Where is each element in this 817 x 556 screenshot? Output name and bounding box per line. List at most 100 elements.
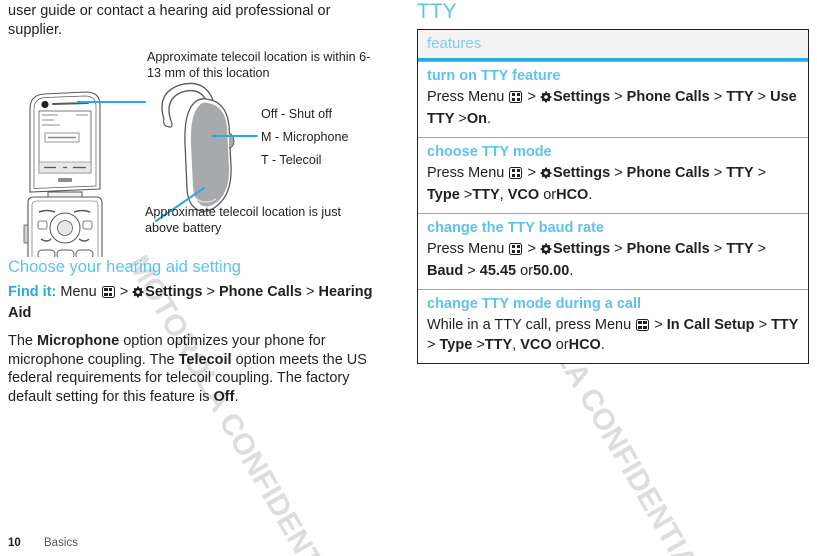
para-bold-off: Off — [213, 388, 235, 405]
table-row: choose TTY mode Press Menu > Settings > … — [418, 137, 808, 213]
row2-tty: TTY — [726, 241, 754, 257]
settings-gear-icon — [540, 242, 552, 262]
para-text-4: . — [234, 388, 239, 405]
row3-opt3: VCO — [520, 336, 552, 353]
row3-sep4: > — [476, 336, 485, 353]
tty-row-body: While in a TTY call, press Menu > In Cal… — [427, 316, 799, 355]
row1-opt4: HCO — [556, 186, 589, 203]
row2-sep5: > — [467, 262, 476, 279]
row3-opt2: TTY — [484, 336, 513, 353]
tty-row-body: Press Menu > Settings > Phone Calls > TT… — [427, 88, 799, 129]
table-row: turn on TTY feature Press Menu > Setting… — [418, 61, 808, 137]
row1-opt1: Type — [427, 186, 460, 203]
row1-sep5: > — [463, 186, 473, 203]
para-bold-microphone: Microphone — [37, 333, 120, 349]
callout-bottom-label: Approximate telecoil location is just ab… — [145, 205, 341, 235]
row2-settings: Settings — [552, 241, 611, 257]
menu-key-icon — [636, 319, 650, 331]
row2-tail: . — [569, 262, 574, 279]
callout-off-label: Off - Shut off — [261, 107, 332, 121]
tty-row-body: Press Menu > Settings > Phone Calls > TT… — [427, 240, 799, 281]
row1-opt3: VCO — [507, 186, 540, 203]
callout-telecoil-label: T - Telecoil — [261, 153, 322, 167]
row0-phone-calls: Phone Calls — [626, 89, 710, 105]
tty-row-body: Press Menu > Settings > Phone Calls > TT… — [427, 164, 799, 205]
row3-sep1: > — [654, 317, 663, 333]
row1-tail: . — [588, 186, 593, 203]
row1-prefix: Press Menu — [427, 165, 505, 181]
row1-comma: , — [499, 186, 504, 203]
row2-sep1: > — [527, 241, 536, 257]
row1-tty: TTY — [726, 165, 754, 181]
page-footer: 10 Basics — [8, 537, 78, 549]
left-column: user guide or contact a hearing aid prof… — [8, 0, 380, 406]
find-it-sep-2: > — [206, 284, 215, 300]
hearing-aid-illustration: Approximate telecoil location is within … — [8, 47, 380, 257]
row3-tail: . — [600, 336, 605, 353]
callout-top-label: Approximate telecoil location is within … — [147, 50, 371, 80]
section-heading-hearing-aid: Choose your hearing aid setting — [8, 258, 241, 276]
row1-opt2: TTY — [472, 186, 500, 203]
table-row: change TTY mode during a call While in a… — [418, 289, 808, 363]
row2-phone-calls: Phone Calls — [626, 241, 710, 257]
page-number: 10 — [8, 537, 21, 549]
row3-opt1: Type — [439, 336, 473, 353]
row0-prefix: Press Menu — [427, 89, 505, 105]
row2-opt3: 50.00 — [533, 262, 570, 279]
para-text-1: The — [8, 333, 38, 349]
row3-sep2: > — [758, 317, 768, 333]
settings-gear-icon — [540, 166, 552, 186]
row3-tty: TTY — [771, 317, 799, 333]
row1-phone-calls: Phone Calls — [626, 165, 710, 181]
row0-sep2: > — [614, 89, 623, 105]
find-it-sep-3: > — [305, 284, 315, 300]
menu-key-icon — [101, 286, 115, 298]
row1-sep3: > — [713, 165, 723, 181]
callout-microphone-label: M - Microphone — [261, 130, 349, 144]
row3-sep3: > — [427, 336, 436, 353]
tty-features-table: features turn on TTY feature Press Menu … — [417, 29, 809, 364]
tty-table-header: features — [418, 30, 808, 61]
row1-settings: Settings — [552, 165, 611, 181]
find-it-settings: Settings — [145, 284, 203, 300]
find-it-path: Find it: Menu > Settings > Phone Calls >… — [8, 283, 380, 323]
tty-row-title: change TTY mode during a call — [427, 296, 642, 312]
menu-key-icon — [509, 167, 523, 179]
intro-paragraph: user guide or contact a hearing aid prof… — [8, 3, 331, 38]
row1-sep2: > — [614, 165, 623, 181]
row3-or: or — [555, 336, 569, 353]
row2-sep4: > — [757, 241, 767, 257]
row0-tty: TTY — [726, 89, 754, 105]
flip-phone-drawing — [23, 91, 103, 257]
row0-settings: Settings — [552, 89, 611, 105]
tty-section-title: TTY — [417, 0, 457, 23]
menu-key-icon — [509, 91, 523, 103]
find-it-sep-1: > — [119, 284, 129, 300]
row0-sep5: > — [458, 110, 467, 127]
settings-gear-icon — [132, 285, 144, 304]
find-it-phone-calls: Phone Calls — [218, 284, 302, 300]
right-column: TTY features turn on TTY feature Press M… — [417, 0, 809, 364]
tty-row-title: turn on TTY feature — [427, 68, 561, 84]
row3-opt4: HCO — [568, 336, 601, 353]
footer-section-name: Basics — [44, 537, 78, 549]
tty-row-title: choose TTY mode — [427, 144, 552, 160]
para-bold-telecoil: Telecoil — [178, 351, 232, 368]
hearing-aid-paragraph: The Microphone option optimizes your pho… — [8, 332, 380, 406]
row2-or: or — [520, 262, 534, 279]
row2-sep2: > — [614, 241, 623, 257]
row2-opt2: 45.45 — [479, 262, 517, 279]
row0-opt2: On — [466, 110, 488, 127]
row3-in-call-setup: In Call Setup — [666, 317, 755, 333]
row2-sep3: > — [713, 241, 723, 257]
row3-comma: , — [512, 336, 517, 353]
find-it-label: Find it: — [8, 284, 57, 300]
table-row: change the TTY baud rate Press Menu > Se… — [418, 213, 808, 289]
row3-prefix: While in a TTY call, press Menu — [427, 317, 632, 333]
row0-sep1: > — [527, 89, 536, 105]
row2-opt1: Baud — [427, 262, 464, 279]
tty-row-title: change the TTY baud rate — [427, 220, 604, 236]
row0-sep4: > — [757, 89, 767, 105]
row0-tail: . — [487, 110, 492, 127]
row1-sep4: > — [757, 165, 767, 181]
